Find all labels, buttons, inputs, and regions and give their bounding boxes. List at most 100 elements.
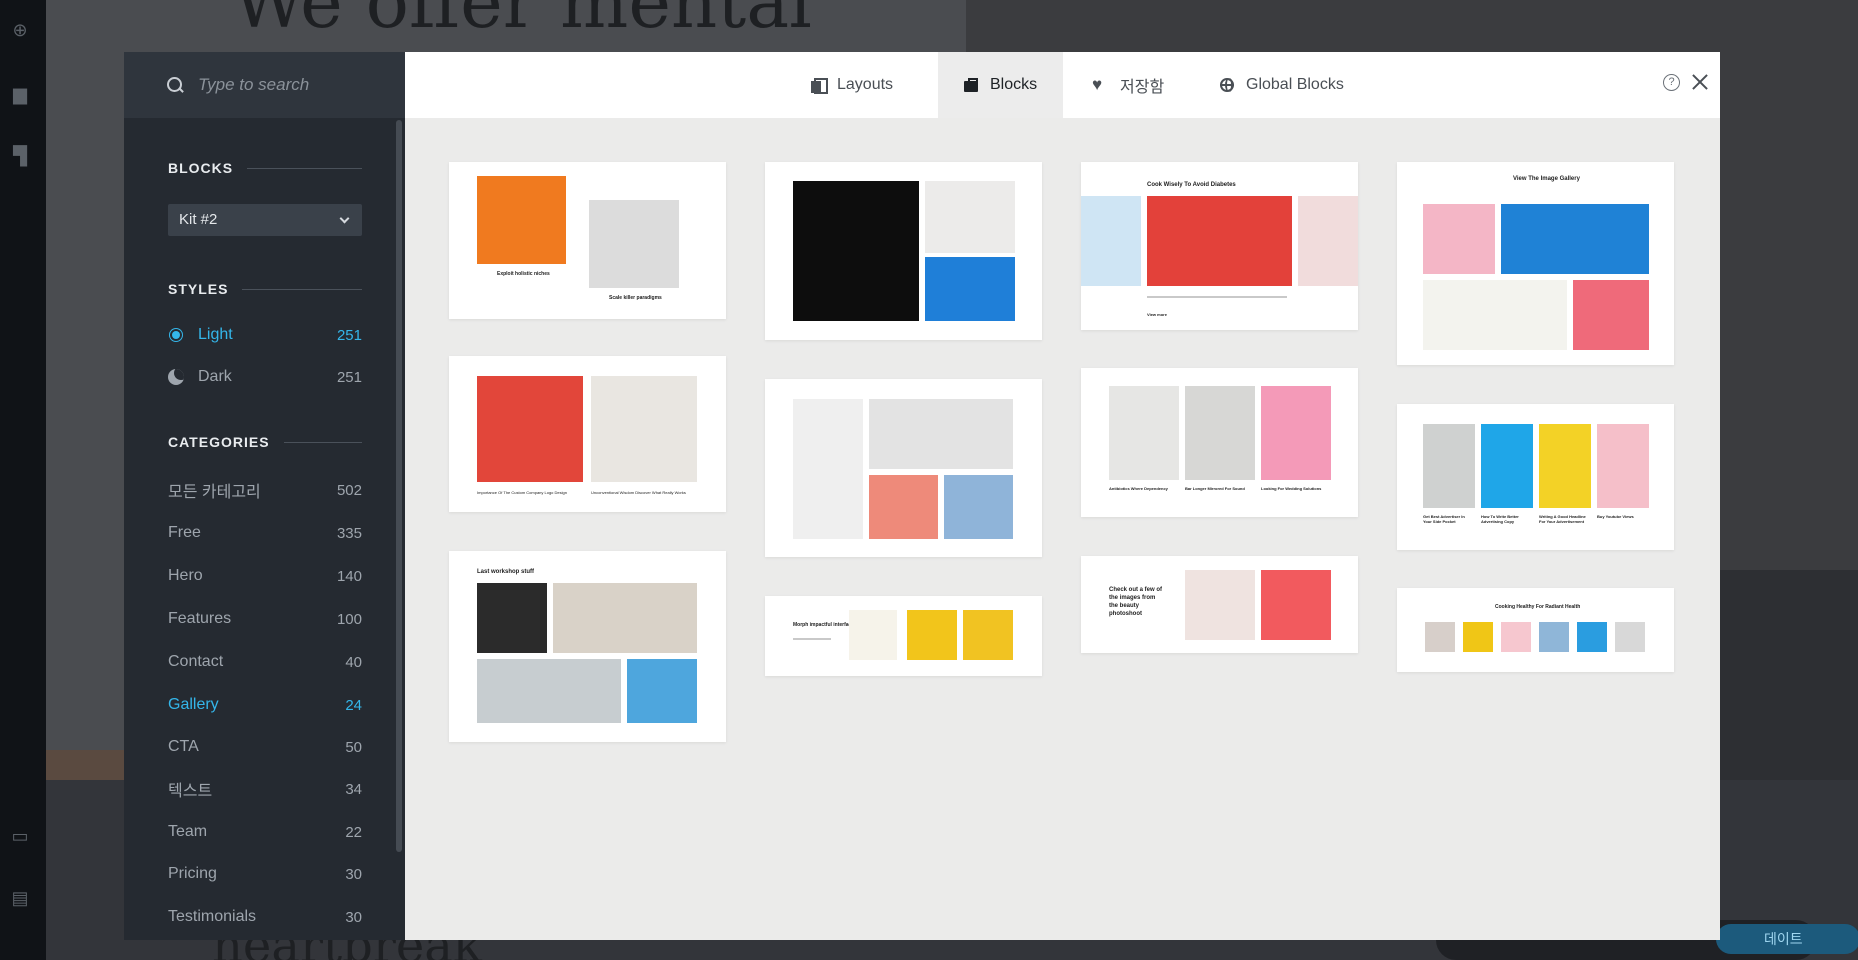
thumbnail-image bbox=[1147, 196, 1292, 286]
thumbnail-image bbox=[1425, 622, 1455, 652]
style-item-dark[interactable]: Dark 251 bbox=[168, 364, 362, 390]
style-label: Light bbox=[198, 326, 233, 343]
block-library-modal: BLOCKS Kit #2 STYLES Light 251 Dark 251 … bbox=[124, 52, 1720, 940]
thumbnail-image bbox=[1481, 424, 1533, 508]
editor-headline: We offer mental bbox=[232, 0, 813, 44]
category-item-free[interactable]: Free 335 bbox=[168, 520, 362, 546]
category-label: Gallery bbox=[168, 696, 219, 713]
thumbnail-image bbox=[1463, 622, 1493, 652]
block-thumbnail[interactable]: Importance Of The Custom Company Logo De… bbox=[449, 356, 726, 512]
blocks-heading-label: BLOCKS bbox=[168, 160, 234, 176]
block-thumbnail[interactable]: Last workshop stuff bbox=[449, 551, 726, 742]
thumbnail-image bbox=[1081, 196, 1141, 286]
category-count: 24 bbox=[345, 696, 362, 714]
category-item-pricing[interactable]: Pricing 30 bbox=[168, 861, 362, 887]
style-count: 251 bbox=[336, 326, 362, 344]
blocks-heading: BLOCKS bbox=[168, 160, 362, 176]
thumbnail-image bbox=[1423, 204, 1495, 274]
thumbnail-image bbox=[1597, 424, 1649, 508]
tab-global-blocks[interactable]: Global Blocks bbox=[1194, 52, 1370, 118]
category-item-all[interactable]: 모든 카테고리 502 bbox=[168, 477, 362, 503]
style-count: 251 bbox=[336, 368, 362, 386]
block-thumbnail[interactable]: Check out a few of the images from the b… bbox=[1081, 556, 1358, 653]
thumbnail-image bbox=[1501, 622, 1531, 652]
category-label: 텍스트 bbox=[168, 783, 213, 800]
thumbnail-caption: Scale killer paradigms bbox=[609, 295, 662, 301]
thumbnail-caption: Antibiotics Where Dependency bbox=[1109, 486, 1168, 491]
category-count: 140 bbox=[336, 567, 362, 585]
search-bar bbox=[124, 52, 405, 118]
category-count: 22 bbox=[345, 823, 362, 841]
category-item-text[interactable]: 텍스트 34 bbox=[168, 776, 362, 802]
category-item-contact[interactable]: Contact 40 bbox=[168, 649, 362, 675]
thumbnail-caption: Check out a few of the images from the b… bbox=[1109, 587, 1163, 617]
category-item-hero[interactable]: Hero 140 bbox=[168, 563, 362, 589]
style-item-light[interactable]: Light 251 bbox=[168, 322, 362, 348]
notes-icon[interactable]: ▤ bbox=[10, 888, 30, 908]
category-label: CTA bbox=[168, 738, 199, 755]
category-label: Hero bbox=[168, 567, 203, 584]
styles-heading-label: STYLES bbox=[168, 281, 229, 297]
update-button[interactable]: 데이트 bbox=[1716, 924, 1858, 954]
search-icon bbox=[166, 76, 184, 94]
thumbnail-caption: Importance Of The Custom Company Logo De… bbox=[477, 490, 567, 495]
thumbnail-image bbox=[1261, 386, 1331, 480]
add-icon[interactable]: ⊕ bbox=[10, 20, 30, 40]
thumbnail-image bbox=[477, 176, 566, 264]
thumbnail-caption: Exploit holistic niches bbox=[497, 271, 550, 277]
category-item-gallery[interactable]: Gallery 24 bbox=[168, 692, 362, 718]
tab-label: Global Blocks bbox=[1246, 76, 1344, 93]
thumbnail-image bbox=[793, 181, 919, 321]
moon-icon bbox=[168, 369, 184, 385]
category-item-testimonials[interactable]: Testimonials 30 bbox=[168, 904, 362, 930]
tab-saved[interactable]: ♥ 저장함 bbox=[1066, 52, 1190, 118]
layouts-icon bbox=[811, 78, 828, 94]
block-thumbnail[interactable]: Exploit holistic niches Scale killer par… bbox=[449, 162, 726, 319]
thumbnail-caption: Looking For Wedding Solutions bbox=[1261, 486, 1322, 491]
styles-heading: STYLES bbox=[168, 281, 362, 297]
blocks-icon[interactable]: ▆ bbox=[10, 84, 30, 104]
thumbnail-image bbox=[1501, 204, 1649, 274]
block-thumbnail[interactable]: Antibiotics Where Dependency Bar Longer … bbox=[1081, 368, 1358, 517]
category-item-cta[interactable]: CTA 50 bbox=[168, 734, 362, 760]
block-thumbnail[interactable]: Cook Wisely To Avoid Diabetes View more bbox=[1081, 162, 1358, 330]
block-thumbnail[interactable] bbox=[765, 162, 1042, 340]
thumbnail-image bbox=[1423, 424, 1475, 508]
block-thumbnail[interactable]: Morph impactful interfaces bbox=[765, 596, 1042, 676]
category-label: Features bbox=[168, 610, 232, 627]
block-thumbnail[interactable]: Get Best Advertiser In Your Side Pocket … bbox=[1397, 404, 1674, 550]
tab-label: Layouts bbox=[837, 76, 894, 93]
tab-label: 저장함 bbox=[1120, 79, 1165, 96]
categories-heading-label: CATEGORIES bbox=[168, 434, 270, 450]
thumbnail-image bbox=[925, 181, 1015, 253]
search-input[interactable] bbox=[198, 75, 398, 95]
block-thumbnail[interactable]: View The Image Gallery bbox=[1397, 162, 1674, 365]
thumbnail-image bbox=[849, 610, 897, 660]
kit-select[interactable]: Kit #2 bbox=[168, 204, 362, 236]
thumbnail-caption: Cooking Healthy For Radiant Health bbox=[1495, 604, 1581, 610]
thumbnail-text-line bbox=[1147, 296, 1287, 298]
desktop-icon[interactable]: ▭ bbox=[10, 826, 30, 846]
thumbnail-image bbox=[553, 583, 697, 653]
category-item-team[interactable]: Team 22 bbox=[168, 819, 362, 845]
style-label: Dark bbox=[198, 368, 232, 385]
category-item-features[interactable]: Features 100 bbox=[168, 606, 362, 632]
thumbnail-image bbox=[869, 475, 938, 539]
help-icon[interactable]: ? bbox=[1663, 74, 1680, 91]
thumbnail-image bbox=[963, 610, 1013, 660]
thumbnail-image bbox=[1539, 622, 1569, 652]
block-thumbnail[interactable]: Cooking Healthy For Radiant Health bbox=[1397, 588, 1674, 672]
thumbnail-caption: Bar Longer Mirrored For Sound bbox=[1185, 486, 1245, 491]
tab-blocks[interactable]: Blocks bbox=[938, 52, 1064, 118]
tab-layouts[interactable]: Layouts bbox=[785, 52, 919, 118]
globe-icon bbox=[1220, 78, 1234, 92]
sidebar-scrollbar[interactable] bbox=[396, 120, 402, 852]
thumbnail-image bbox=[869, 399, 1013, 469]
close-icon[interactable] bbox=[1690, 72, 1710, 92]
sun-icon bbox=[168, 327, 184, 343]
paint-icon[interactable]: ▜ bbox=[10, 146, 30, 166]
block-thumbnail[interactable] bbox=[765, 379, 1042, 557]
category-count: 50 bbox=[345, 738, 362, 756]
tab-label: Blocks bbox=[990, 76, 1038, 93]
thumbnail-caption: Last workshop stuff bbox=[477, 569, 535, 575]
